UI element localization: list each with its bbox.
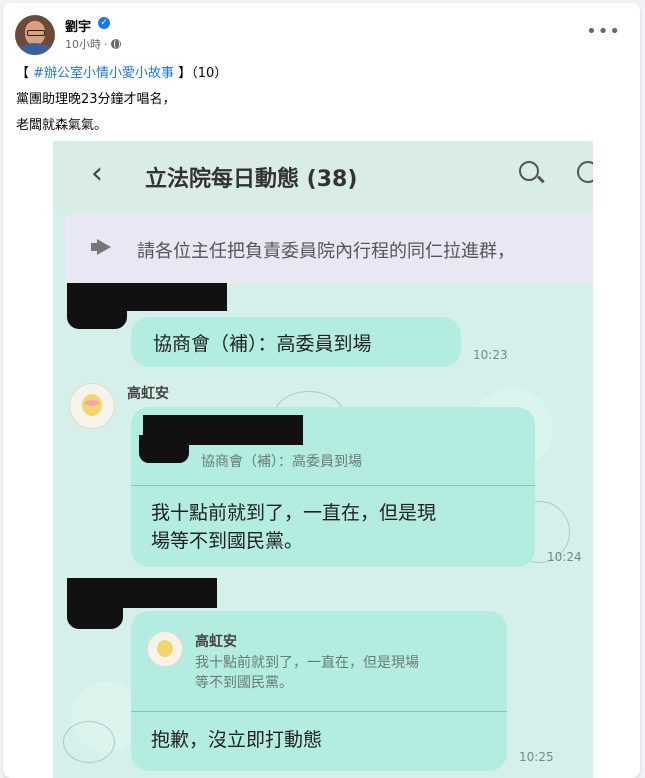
announcement-bar: 請各位主任把負責委員院內行程的同仁拉進群， bbox=[65, 213, 593, 283]
chat-header: ‹ 立法院每日動態 (38) bbox=[53, 141, 593, 211]
message-text-line: 場等不到國民黨。 bbox=[151, 530, 304, 552]
post-text: 【 #辦公室小情小愛小故事 】（10） 黨團助理晚23分鐘才唱名， 老闆就森氣氣… bbox=[16, 61, 227, 139]
call-icon bbox=[577, 161, 593, 183]
bracket-close: 】（10） bbox=[178, 66, 228, 81]
quoted-sender-name: 高虹安 bbox=[195, 634, 237, 650]
post-line-2: 黨團助理晚23分鐘才唱名， bbox=[16, 92, 176, 107]
hashtag-link[interactable]: #辦公室小情小愛小故事 bbox=[33, 66, 174, 81]
verified-badge-icon: ✓ bbox=[98, 17, 110, 29]
message-time: 10:24 bbox=[547, 550, 582, 564]
quote-divider bbox=[131, 711, 507, 712]
redacted-avatar bbox=[67, 305, 127, 329]
facebook-post: 劉宇 ✓ 10小時 · ••• 【 #辦公室小情小愛小故事 】（10） 黨團助理… bbox=[3, 3, 640, 778]
message-bubble: 協商會（補）：高委員到場 我十點前就到了，一直在，但是現 場等不到國民黨。 bbox=[131, 407, 535, 567]
avatar-shirt bbox=[17, 43, 53, 55]
megaphone-cone bbox=[97, 239, 111, 255]
post-header: 劉宇 ✓ 10小時 · ••• bbox=[15, 15, 625, 55]
chat-title: 立法院每日動態 (38) bbox=[145, 167, 358, 192]
more-horizontal-icon[interactable]: ••• bbox=[586, 23, 621, 41]
quoted-text-line: 我十點前就到了，一直在，但是現場 bbox=[195, 655, 419, 671]
message-time: 10:23 bbox=[473, 348, 508, 362]
globe-icon[interactable] bbox=[110, 39, 121, 49]
message-text: 我十點前就到了，一直在，但是現 場等不到國民黨。 bbox=[151, 499, 436, 555]
quote-divider bbox=[131, 485, 535, 486]
author-name[interactable]: 劉宇 bbox=[65, 16, 91, 35]
bracket-open: 【 bbox=[16, 66, 30, 81]
redacted-quote-avatar bbox=[139, 435, 189, 463]
post-line-1: 【 #辦公室小情小愛小故事 】（10） bbox=[16, 61, 227, 87]
sender-avatar bbox=[69, 383, 115, 429]
quoted-text: 我十點前就到了，一直在，但是現場 等不到國民黨。 bbox=[195, 653, 419, 693]
redacted-avatar bbox=[67, 601, 123, 629]
quoted-text: 協商會（補）：高委員到場 bbox=[201, 454, 362, 470]
announcement-text: 請各位主任把負責委員院內行程的同仁拉進群， bbox=[137, 241, 515, 262]
quoted-text-line: 等不到國民黨。 bbox=[195, 675, 293, 691]
message-time: 10:25 bbox=[519, 750, 554, 764]
avatar-glasses bbox=[27, 30, 45, 36]
post-time[interactable]: 10小時 bbox=[65, 36, 101, 52]
search-icon bbox=[519, 161, 539, 181]
separator-dot: · bbox=[104, 37, 108, 51]
post-line-3: 老闆就森氣氣。 bbox=[16, 118, 108, 133]
message-text: 抱歉，沒立即打動態 bbox=[151, 729, 323, 751]
back-arrow-icon: ‹ bbox=[91, 156, 103, 191]
message-bubble: 協商會（補）：高委員到場 bbox=[131, 317, 461, 367]
author-avatar[interactable] bbox=[15, 15, 55, 55]
message-text: 協商會（補）：高委員到場 bbox=[153, 333, 372, 355]
chat-screenshot-image[interactable]: ‹ 立法院每日動態 (38) 請各位主任把負責委員院內行程的同仁拉進群， 協商會… bbox=[53, 141, 593, 778]
message-bubble: 高虹安 我十點前就到了，一直在，但是現場 等不到國民黨。 抱歉，沒立即打動態 bbox=[131, 611, 507, 771]
sender-name: 高虹安 bbox=[127, 386, 169, 402]
background-doodle bbox=[63, 721, 115, 763]
post-meta: 10小時 · bbox=[65, 36, 121, 52]
message-text-line: 我十點前就到了，一直在，但是現 bbox=[151, 502, 437, 524]
megaphone-icon bbox=[91, 239, 111, 255]
quoted-sender-avatar bbox=[147, 631, 183, 667]
